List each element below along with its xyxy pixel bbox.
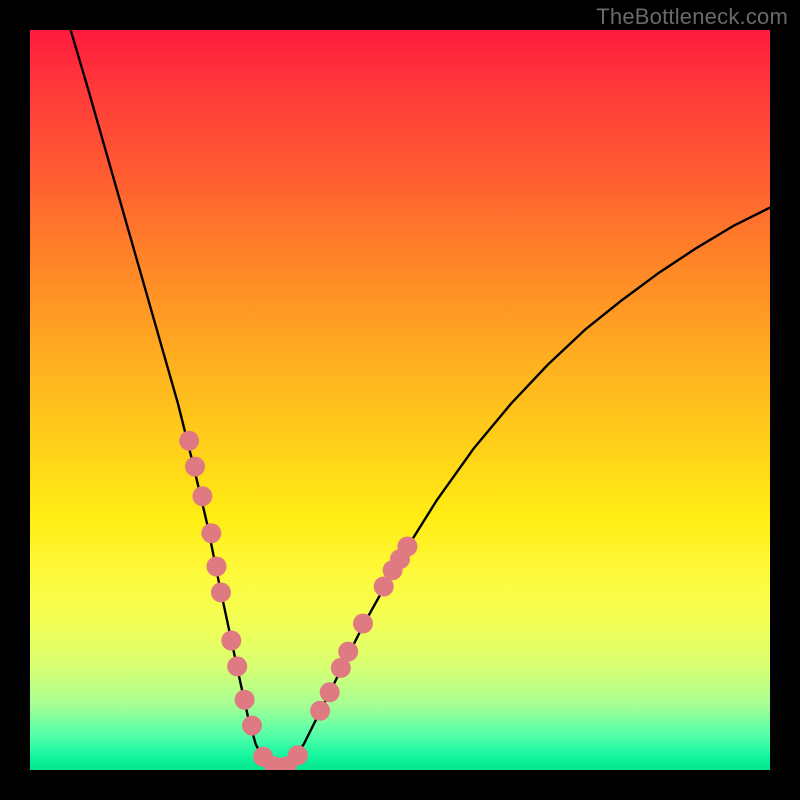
data-point (353, 614, 373, 634)
data-point (338, 642, 358, 662)
data-markers (179, 431, 417, 770)
data-point (235, 690, 255, 710)
data-point (310, 701, 330, 721)
data-point (221, 631, 241, 651)
curve-line (71, 30, 770, 770)
data-point (227, 656, 247, 676)
data-point (211, 582, 231, 602)
data-point (185, 457, 205, 477)
chart-frame: TheBottleneck.com (0, 0, 800, 800)
data-point (397, 537, 417, 557)
data-point (207, 557, 227, 577)
data-point (192, 486, 212, 506)
plot-area (30, 30, 770, 770)
data-point (288, 745, 308, 765)
data-point (320, 682, 340, 702)
data-point (201, 523, 221, 543)
watermark-text: TheBottleneck.com (596, 4, 788, 30)
chart-svg (30, 30, 770, 770)
data-point (242, 716, 262, 736)
data-point (179, 431, 199, 451)
